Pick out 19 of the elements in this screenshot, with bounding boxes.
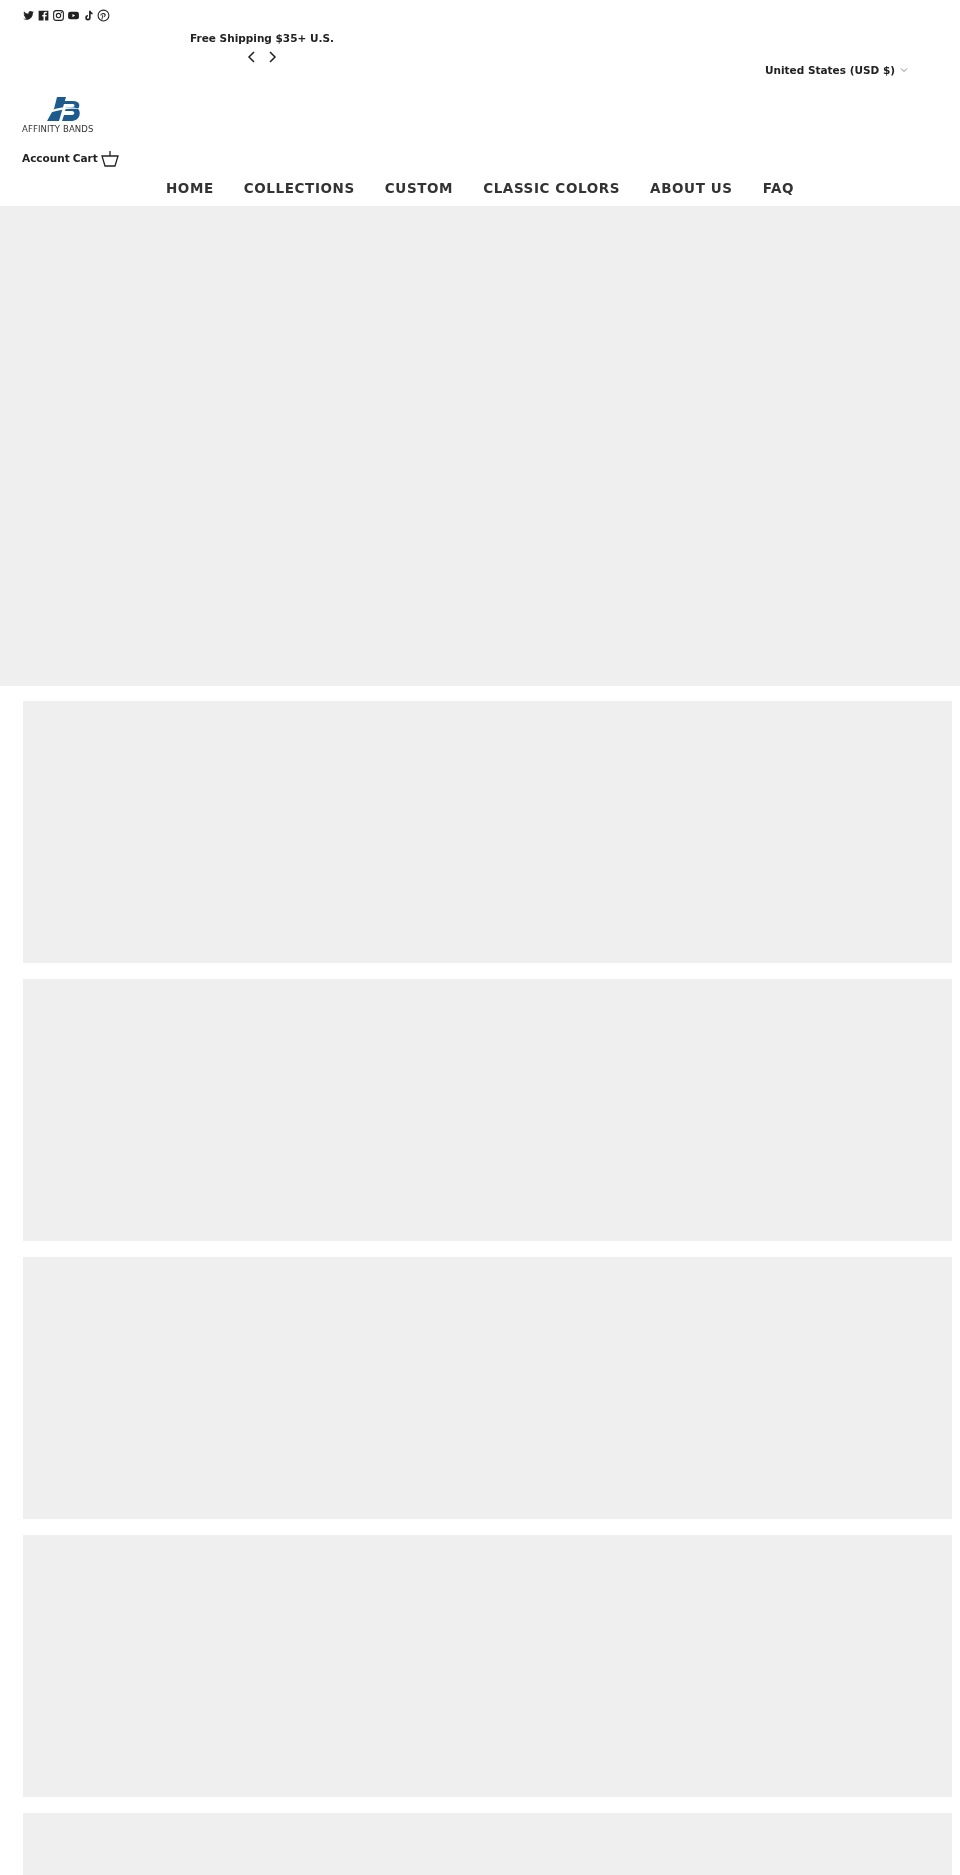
- nav-link[interactable]: FAQ: [762, 180, 795, 196]
- cart-link[interactable]: Cart: [72, 152, 98, 164]
- currency-selector[interactable]: United States (USD $): [765, 63, 908, 77]
- next-button[interactable]: [266, 50, 278, 64]
- nav-link[interactable]: CUSTOM: [384, 180, 454, 196]
- announcement-text: Free Shipping $35+ U.S.: [190, 32, 334, 44]
- nav-link[interactable]: CLASSIC COLORS: [483, 180, 621, 196]
- bird-icon[interactable]: [22, 8, 35, 22]
- previous-button[interactable]: [246, 50, 258, 64]
- nav-link[interactable]: HOME: [165, 180, 214, 196]
- nav-link[interactable]: COLLECTIONS: [243, 180, 355, 196]
- nav-link[interactable]: ABOUT US: [650, 180, 733, 196]
- chevron-down-icon: [900, 67, 908, 73]
- music-note-icon[interactable]: [82, 8, 95, 22]
- basket-icon[interactable]: [100, 149, 119, 167]
- pin-circle-icon[interactable]: [97, 8, 110, 22]
- account-link[interactable]: Account: [22, 152, 70, 164]
- camera-icon[interactable]: [52, 8, 65, 22]
- logo[interactable]: AFFINITY BANDS: [22, 97, 112, 134]
